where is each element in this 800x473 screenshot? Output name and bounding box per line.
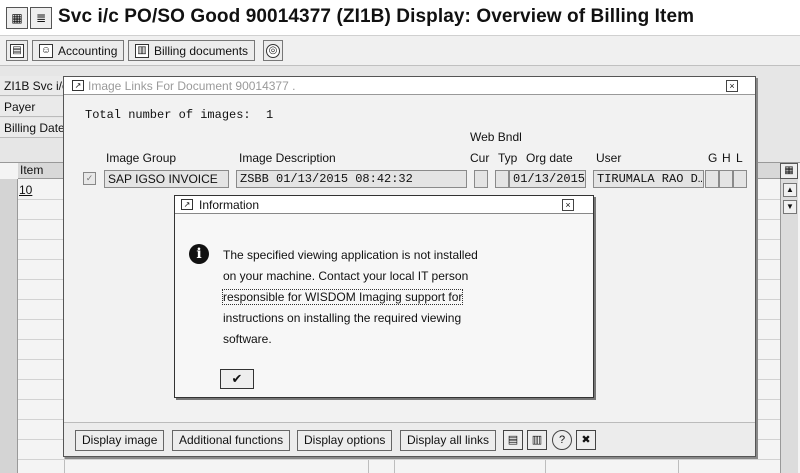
- h-header: H: [722, 151, 731, 165]
- user-field[interactable]: TIRUMALA RAO D…: [593, 170, 704, 188]
- dialog-window-icon: ↗: [181, 199, 193, 210]
- message-line: software.: [223, 332, 272, 346]
- list-detail-icon[interactable]: ▥: [527, 430, 547, 450]
- billing-documents-label: Billing documents: [154, 43, 249, 58]
- close-icon[interactable]: ×: [726, 80, 738, 92]
- scroll-up-icon[interactable]: ▲: [783, 183, 797, 197]
- g-header: G: [708, 151, 718, 165]
- web-bndl-label: Web Bndl: [470, 130, 522, 144]
- menu-list-icon[interactable]: ≣: [30, 7, 52, 29]
- billing-documents-button[interactable]: ▥ Billing documents: [128, 40, 256, 61]
- total-images-label: Total number of images:: [85, 108, 251, 122]
- info-icon: i: [189, 244, 209, 264]
- image-links-title: Image Links For Document 90014377 .: [88, 79, 296, 93]
- cur-checkbox-field[interactable]: [474, 170, 488, 188]
- window-title: Svc i/c PO/SO Good 90014377 (ZI1B) Displ…: [58, 6, 695, 27]
- information-titlebar[interactable]: ↗ Information ×: [175, 196, 593, 214]
- image-links-footer: Display image Additional functions Displ…: [64, 422, 755, 456]
- image-group-field[interactable]: SAP IGSO INVOICE: [104, 170, 229, 188]
- ok-button[interactable]: ✔: [220, 369, 254, 389]
- display-options-button[interactable]: Display options: [297, 430, 393, 451]
- org-date-header: Org date: [526, 151, 573, 165]
- l-field[interactable]: [733, 170, 747, 188]
- user-header: User: [596, 151, 622, 165]
- display-document-button[interactable]: ▤: [6, 40, 28, 61]
- message-line: The specified viewing application is not…: [223, 248, 478, 262]
- image-group-header: Image Group: [106, 151, 177, 165]
- title-bar: ▦ ≣ Svc i/c PO/SO Good 90014377 (ZI1B) D…: [0, 0, 800, 36]
- information-title: Information: [199, 198, 260, 212]
- org-date-field[interactable]: 01/13/2015: [509, 170, 586, 188]
- image-links-titlebar[interactable]: ↗ Image Links For Document 90014377 . ×: [64, 77, 755, 95]
- g-field[interactable]: [705, 170, 719, 188]
- accounting-button[interactable]: ☺ Accounting: [32, 40, 125, 61]
- services-icon: ◎: [266, 43, 280, 58]
- information-dialog: ↗ Information × i The specified viewing …: [174, 195, 594, 398]
- application-toolbar: ▤ ☺ Accounting ▥ Billing documents ◎: [0, 36, 800, 66]
- display-all-links-button[interactable]: Display all links: [400, 430, 497, 451]
- table-settings-icon[interactable]: ▦: [780, 163, 798, 179]
- payer-label: Payer: [0, 97, 70, 117]
- dialog-window-icon: ↗: [72, 80, 84, 91]
- additional-functions-button[interactable]: Additional functions: [172, 430, 291, 451]
- typ-header: Typ: [498, 151, 518, 165]
- total-images-value: 1: [266, 108, 274, 122]
- cancel-icon[interactable]: ✖: [576, 430, 596, 450]
- l-header: L: [736, 151, 743, 165]
- row-select-checkbox[interactable]: ✓: [83, 172, 96, 185]
- image-description-header: Image Description: [239, 151, 336, 165]
- close-icon[interactable]: ×: [562, 199, 574, 211]
- scroll-down-icon[interactable]: ▼: [783, 200, 797, 214]
- vertical-scrollbar[interactable]: ▲ ▼: [780, 163, 798, 473]
- doc-type-field: ZI1B Svc i/c: [0, 76, 70, 96]
- cur-header: Cur: [470, 151, 490, 165]
- help-icon[interactable]: ?: [552, 430, 572, 450]
- typ-field[interactable]: [495, 170, 509, 188]
- system-menu-icon[interactable]: ▦: [6, 7, 28, 29]
- grid-line: [18, 459, 780, 460]
- display-image-button[interactable]: Display image: [75, 430, 165, 451]
- accounting-label: Accounting: [58, 43, 118, 58]
- services-button[interactable]: ◎: [263, 40, 283, 61]
- billing-date-label: Billing Date: [0, 118, 70, 138]
- message-line: responsible for WISDOM Imaging support f…: [221, 289, 464, 305]
- billing-documents-icon: ▥: [135, 43, 149, 58]
- accounting-icon: ☺: [39, 43, 53, 58]
- display-document-icon: ▤: [10, 43, 24, 58]
- image-description-field[interactable]: ZSBB 01/13/2015 08:42:32: [236, 170, 467, 188]
- row-selector-column[interactable]: [0, 179, 18, 473]
- item-column-header[interactable]: Item: [20, 163, 43, 177]
- message-line: on your machine. Contact your local IT p…: [223, 269, 469, 283]
- list-icon[interactable]: ▤: [503, 430, 523, 450]
- message-line: instructions on installing the required …: [223, 311, 462, 325]
- h-field[interactable]: [719, 170, 733, 188]
- item-row-link[interactable]: 10: [19, 183, 32, 197]
